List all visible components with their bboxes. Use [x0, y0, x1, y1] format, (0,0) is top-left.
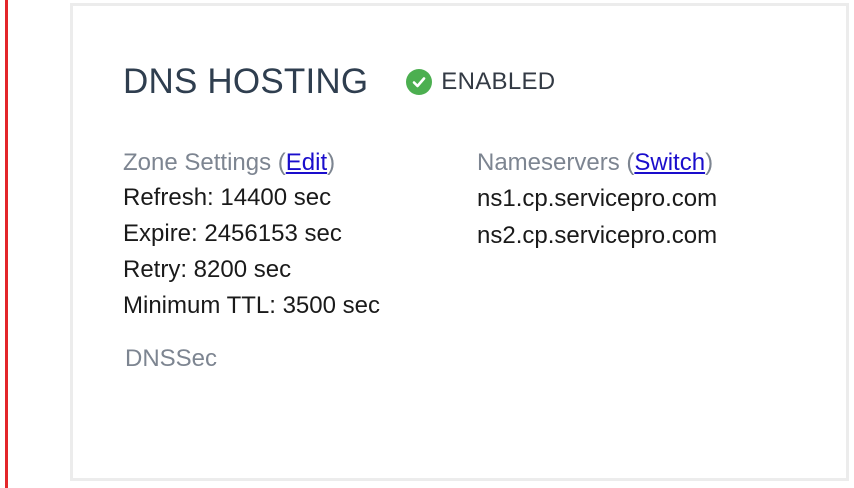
accent-bar: [5, 0, 8, 488]
nameserver-item: ns2.cp.servicepro.com: [477, 222, 718, 249]
expire-value: Expire: 2456153 sec: [123, 220, 342, 247]
zone-settings-section: Zone Settings (Edit) Refresh: 14400 sec …: [123, 146, 380, 324]
page: DNS HOSTING ENABLED Zone Settings (Edit)…: [0, 0, 854, 488]
nameservers-heading: Nameservers (Switch): [477, 149, 714, 176]
dns-hosting-card: DNS HOSTING ENABLED Zone Settings (Edit)…: [70, 3, 849, 481]
nameserver-item: ns1.cp.servicepro.com: [477, 185, 718, 212]
minimum-ttl-value: Minimum TTL: 3500 sec: [123, 292, 380, 319]
edit-link[interactable]: Edit: [286, 149, 327, 176]
nameservers-section: Nameservers (Switch) ns1.cp.servicepro.c…: [477, 146, 717, 254]
status-text: ENABLED: [441, 68, 556, 95]
zone-settings-heading: Zone Settings (Edit): [123, 149, 336, 176]
nameservers-label: Nameservers: [477, 149, 620, 176]
zone-settings-label: Zone Settings: [123, 149, 272, 176]
switch-link[interactable]: Switch: [634, 149, 705, 176]
refresh-value: Refresh: 14400 sec: [123, 184, 332, 211]
retry-value: Retry: 8200 sec: [123, 256, 292, 283]
check-circle-icon: [406, 69, 433, 95]
dnssec-label: DNSSec: [125, 345, 218, 372]
card-header: DNS HOSTING ENABLED: [123, 62, 555, 102]
page-title: DNS HOSTING: [123, 62, 369, 101]
status-badge: ENABLED: [406, 68, 555, 96]
